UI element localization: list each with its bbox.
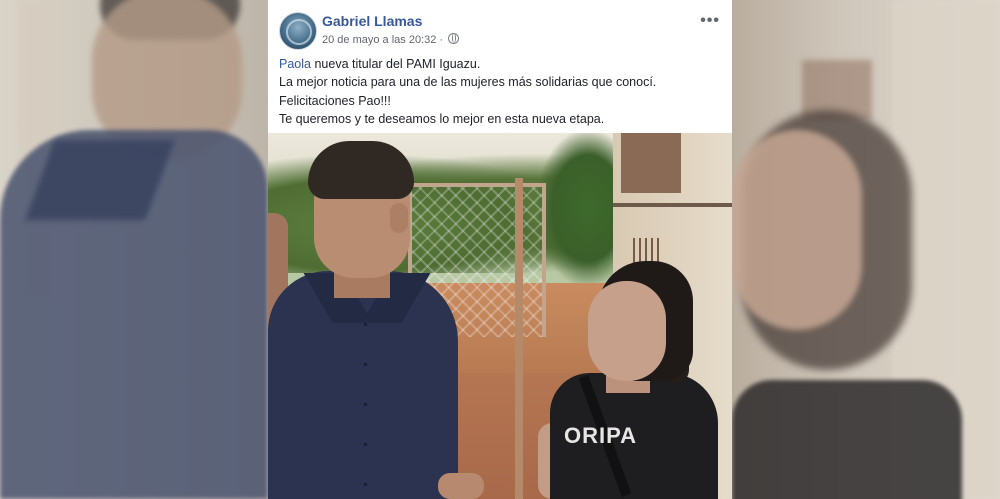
man-body (268, 271, 458, 499)
post-text-line-3: Felicitaciones Pao!!! (279, 93, 391, 108)
avatar-ring (286, 19, 312, 45)
woman-face (588, 281, 666, 381)
man-ear (390, 203, 408, 233)
post-text-line-1-rest: nueva titular del PAMI Iguazu. (310, 57, 481, 71)
more-options-icon[interactable]: ••• (700, 12, 720, 30)
post-meta: 20 de mayo a las 20:32 · (322, 33, 460, 46)
bg-face (732, 130, 862, 330)
author-name[interactable]: Gabriel Llamas (322, 13, 422, 29)
post-timestamp[interactable]: 20 de mayo a las 20:32 · (322, 34, 443, 46)
man-hand (438, 473, 484, 499)
author-avatar[interactable] (279, 12, 317, 50)
shirt-print: ORIPA (564, 423, 638, 448)
photo-pole (515, 178, 523, 499)
post-text-line-1: Paola nueva titular del PAMI Iguazu. (279, 55, 719, 73)
background-right-panel (732, 0, 1000, 499)
man-hair (308, 141, 414, 199)
post-header: Gabriel Llamas 20 de mayo a las 20:32 · … (268, 0, 732, 52)
building-sill (613, 203, 732, 207)
man-buttons (364, 323, 367, 493)
background-left-panel (0, 0, 268, 499)
post-text: Paola nueva titular del PAMI Iguazu. La … (279, 55, 719, 128)
post-card: Gabriel Llamas 20 de mayo a las 20:32 · … (268, 0, 732, 499)
mention-link[interactable]: Paola (279, 57, 311, 71)
post-text-line-4: Te queremos y te deseamos lo mejor en es… (279, 111, 605, 126)
post-photo[interactable]: ORIPA (268, 133, 732, 499)
globe-icon[interactable] (448, 33, 460, 44)
post-text-line-2: La mejor noticia para una de las mujeres… (279, 75, 657, 90)
building-window (621, 133, 681, 193)
bg-tee (732, 380, 962, 499)
